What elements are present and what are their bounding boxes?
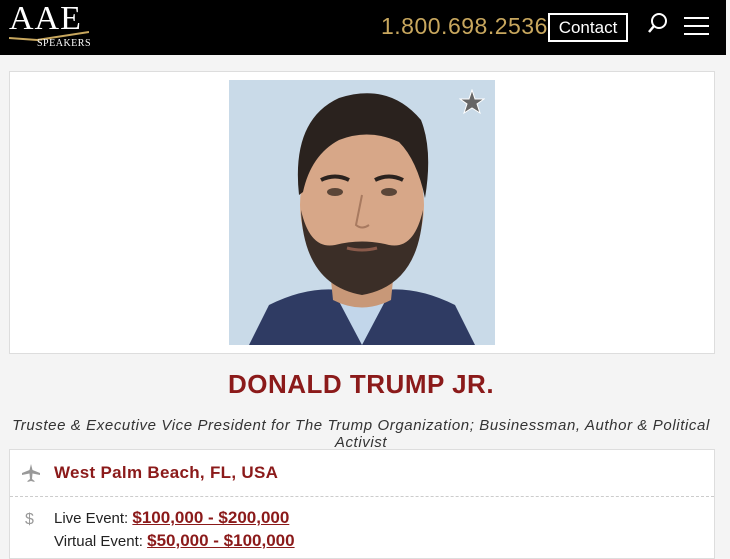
speaker-location: West Palm Beach, FL, USA: [54, 463, 279, 482]
site-header: AAE SPEAKERS 1.800.698.2536 Contact: [0, 0, 726, 55]
dollar-icon: $: [25, 511, 34, 528]
airplane-icon: [22, 464, 40, 482]
contact-button[interactable]: Contact: [548, 13, 628, 42]
speaker-info-card: West Palm Beach, FL, USA $ Live Event: $…: [9, 449, 715, 559]
speaker-subtitle: Trustee & Executive Vice President for T…: [12, 417, 710, 451]
virtual-event-fee-row: Virtual Event: $50,000 - $100,000: [54, 531, 295, 551]
favorite-star-icon[interactable]: [459, 89, 485, 115]
live-event-label: Live Event:: [54, 510, 129, 527]
live-event-fee-link[interactable]: $100,000 - $200,000: [132, 508, 289, 527]
location-row: West Palm Beach, FL, USA: [10, 450, 714, 497]
speaker-name: DONALD TRUMP JR.: [227, 369, 495, 399]
virtual-event-label: Virtual Event:: [54, 533, 143, 550]
live-event-fee-row: Live Event: $100,000 - $200,000: [54, 508, 289, 528]
logo-subtext: SPEAKERS: [37, 38, 92, 49]
hamburger-menu-icon[interactable]: [684, 15, 709, 37]
phone-number[interactable]: 1.800.698.2536: [381, 13, 548, 40]
speaker-photo: [229, 80, 495, 345]
search-icon[interactable]: [647, 12, 669, 34]
speaker-portrait-image: [229, 80, 495, 345]
aae-logo[interactable]: AAE SPEAKERS: [9, 0, 92, 52]
virtual-event-fee-link[interactable]: $50,000 - $100,000: [147, 531, 294, 550]
